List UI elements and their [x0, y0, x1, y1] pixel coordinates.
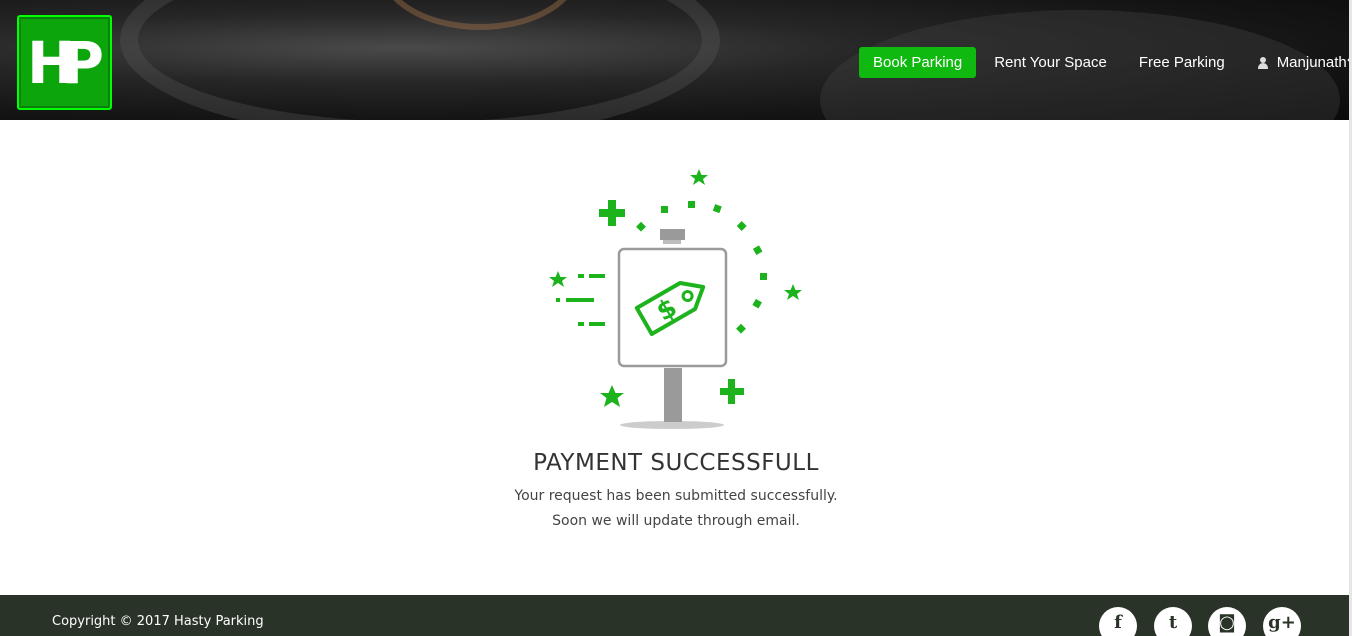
sign-hanger	[663, 240, 681, 244]
user-menu[interactable]: Manjunath	[1243, 47, 1352, 78]
nav-rent-your-space[interactable]: Rent Your Space	[980, 47, 1121, 78]
instagram-icon: ◙	[1218, 612, 1236, 633]
star-icon	[549, 271, 567, 287]
dot	[752, 245, 763, 255]
dot	[752, 298, 762, 309]
google-plus-button[interactable]: g+	[1263, 607, 1301, 636]
dash	[589, 274, 605, 278]
dash	[589, 322, 605, 326]
sign-post	[664, 368, 682, 422]
dot	[688, 201, 695, 208]
success-message-line1: Your request has been submitted successf…	[514, 488, 838, 504]
star-icon	[784, 284, 802, 300]
dot	[760, 273, 767, 280]
dot	[712, 204, 722, 214]
site-header: HP Book Parking Rent Your Space Free Par…	[0, 0, 1352, 120]
page-title: PAYMENT SUCCESSFULL	[533, 450, 819, 476]
main-nav: Book Parking Rent Your Space Free Parkin…	[859, 47, 1352, 78]
plus-icon	[608, 200, 616, 226]
site-footer: Copyright © 2017 Hasty Parking f t ◙ g+	[0, 595, 1349, 636]
payment-success-illustration: $	[549, 169, 802, 429]
nav-book-parking[interactable]: Book Parking	[859, 47, 977, 78]
dash	[578, 322, 584, 326]
star-icon	[690, 169, 708, 185]
plus-icon	[728, 379, 735, 404]
dot	[636, 221, 646, 232]
dot	[736, 323, 746, 334]
dot	[736, 221, 747, 231]
instagram-button[interactable]: ◙	[1208, 607, 1246, 636]
site-logo[interactable]: HP	[17, 15, 112, 110]
twitter-button[interactable]: t	[1154, 607, 1192, 636]
sign-shadow	[620, 421, 724, 429]
logo-text: HP	[26, 28, 104, 97]
sign-hanger	[660, 229, 685, 240]
google-plus-icon: g+	[1268, 612, 1296, 633]
dot	[661, 206, 668, 213]
facebook-icon: f	[1114, 612, 1122, 633]
twitter-icon: t	[1168, 612, 1178, 633]
star-icon	[600, 385, 624, 407]
user-name: Manjunath	[1276, 54, 1347, 71]
dash	[556, 298, 560, 302]
success-message-line2: Soon we will update through email.	[552, 513, 800, 529]
user-icon	[1257, 56, 1269, 69]
dash	[578, 274, 584, 278]
facebook-button[interactable]: f	[1099, 607, 1137, 636]
nav-free-parking[interactable]: Free Parking	[1125, 47, 1239, 78]
dash	[566, 298, 594, 302]
copyright-text: Copyright © 2017 Hasty Parking	[52, 614, 264, 629]
